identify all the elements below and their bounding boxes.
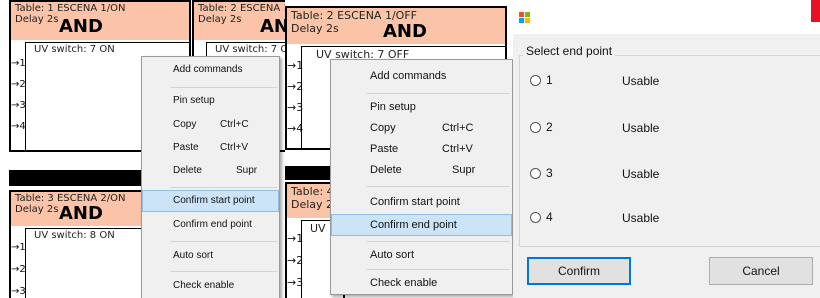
- menu-mid-paste[interactable]: Paste Ctrl+V: [331, 139, 512, 160]
- radio-option-3-label[interactable]: 3: [546, 166, 553, 180]
- menu-left-separator-4: [170, 271, 277, 272]
- radio-option-4[interactable]: [530, 212, 541, 223]
- radio-option-3[interactable]: [530, 168, 541, 179]
- menu-left-separator-3: [170, 241, 277, 242]
- cancel-button[interactable]: Cancel: [709, 257, 813, 285]
- menu-left-copy[interactable]: Copy Ctrl+C: [142, 114, 279, 136]
- menu-mid-delete-label: Delete: [370, 164, 402, 176]
- menu-left-paste-shortcut: Ctrl+V: [220, 142, 249, 153]
- menu-left-separator-2: [170, 187, 277, 188]
- menu-mid-confirm-start-point[interactable]: Confirm start point: [331, 191, 512, 213]
- table-2-partial-header: Table: 2 ESCENA 1 Delay 2s AN: [194, 2, 285, 40]
- menu-left-add-commands-label: Add commands: [173, 64, 243, 75]
- menu-left-pin-setup[interactable]: Pin setup: [142, 90, 279, 112]
- menu-left-copy-label: Copy: [173, 119, 197, 130]
- menu-mid-confirm-end-point-label: Confirm end point: [370, 219, 457, 231]
- table-2-header: Table: 2 ESCENA 1/OFF Delay 2s AND: [287, 8, 505, 44]
- menu-left-confirm-start-point[interactable]: Confirm start point: [142, 190, 279, 212]
- menu-left-delete[interactable]: Delete Supr: [142, 160, 279, 182]
- menu-left-check-enable-label: Check enable: [173, 280, 235, 291]
- menu-mid-paste-label: Paste: [370, 143, 399, 155]
- radio-option-3-status: Usable: [622, 167, 660, 181]
- group-label: Select end point: [523, 44, 616, 58]
- radio-option-4-label[interactable]: 4: [546, 210, 553, 224]
- table-3-pin-1[interactable]: →1: [11, 242, 26, 253]
- menu-left-auto-sort-label: Auto sort: [173, 250, 214, 261]
- radio-option-2[interactable]: [530, 122, 541, 133]
- menu-mid-delete[interactable]: Delete Supr: [331, 160, 512, 181]
- table-2-pin-2[interactable]: →2: [287, 80, 303, 93]
- radio-option-1[interactable]: [530, 75, 541, 86]
- table-4-pin-3[interactable]: →3: [287, 276, 303, 289]
- menu-left-confirm-end-point[interactable]: Confirm end point: [142, 214, 279, 236]
- table-1-title: Table: 1 ESCENA 1/ON: [15, 3, 126, 14]
- left-panel: Table: 1 ESCENA 1/ON Delay 2s AND UV swi…: [0, 0, 285, 298]
- menu-mid-check-enable[interactable]: Check enable: [331, 272, 512, 294]
- table-4-pin-1[interactable]: →1: [287, 232, 303, 245]
- dialog-title-bar: ×: [513, 0, 820, 34]
- menu-left-confirm-end-point-label: Confirm end point: [173, 219, 252, 230]
- menu-left-separator-1: [170, 87, 277, 88]
- menu-mid-copy-shortcut: Ctrl+C: [442, 122, 474, 134]
- menu-mid-add-commands[interactable]: Add commands: [331, 64, 512, 88]
- radio-option-2-status: Usable: [622, 121, 660, 135]
- menu-mid-pin-setup[interactable]: Pin setup: [331, 97, 512, 118]
- radio-option-4-status: Usable: [622, 211, 660, 225]
- menu-mid-add-commands-label: Add commands: [370, 70, 447, 82]
- menu-mid-check-enable-label: Check enable: [370, 277, 438, 289]
- menu-mid-copy[interactable]: Copy Ctrl+C: [331, 118, 512, 139]
- menu-mid-separator-4: [367, 269, 510, 270]
- close-icon[interactable]: ×: [811, 0, 820, 22]
- context-menu-middle: Add commands Pin setup Copy Ctrl+C Paste C…: [330, 59, 513, 295]
- menu-left-check-enable[interactable]: Check enable: [142, 275, 279, 297]
- radio-option-2-label[interactable]: 2: [546, 120, 553, 134]
- menu-left-paste[interactable]: Paste Ctrl+V: [142, 137, 279, 159]
- menu-left-confirm-start-point-label: Confirm start point: [173, 195, 255, 206]
- menu-left-paste-label: Paste: [173, 142, 199, 153]
- table-1-pin-3[interactable]: →3: [11, 100, 26, 111]
- radio-option-1-status: Usable: [622, 74, 660, 88]
- table-2-pin-1[interactable]: →1: [287, 59, 303, 72]
- table-2-pin-4[interactable]: →4: [287, 122, 303, 135]
- table-2-pin-3[interactable]: →3: [287, 101, 303, 114]
- menu-mid-separator-1: [367, 93, 510, 94]
- context-menu-left: Add commands Pin setup Copy Ctrl+C Paste C…: [141, 56, 280, 298]
- menu-left-pin-setup-label: Pin setup: [173, 95, 215, 106]
- table-1-logic: AND: [59, 16, 103, 37]
- menu-mid-separator-3: [367, 241, 510, 242]
- menu-mid-separator-2: [367, 186, 510, 187]
- menu-mid-confirm-end-point[interactable]: Confirm end point: [331, 214, 512, 236]
- menu-left-auto-sort[interactable]: Auto sort: [142, 245, 279, 267]
- table-2-logic: AND: [383, 21, 427, 42]
- menu-mid-auto-sort[interactable]: Auto sort: [331, 244, 512, 266]
- radio-option-1-label[interactable]: 1: [546, 73, 553, 87]
- menu-left-delete-label: Delete: [173, 165, 202, 176]
- menu-mid-confirm-start-point-label: Confirm start point: [370, 196, 460, 208]
- menu-left-add-commands[interactable]: Add commands: [142, 59, 279, 81]
- menu-mid-auto-sort-label: Auto sort: [370, 249, 415, 261]
- table-3-pin-2[interactable]: →2: [11, 264, 26, 275]
- confirm-button[interactable]: Confirm: [527, 257, 631, 285]
- menu-mid-copy-label: Copy: [370, 122, 396, 134]
- table-1-pin-2[interactable]: →2: [11, 79, 26, 90]
- table-2-partial-title: Table: 2 ESCENA 1: [198, 3, 285, 14]
- menu-left-delete-shortcut: Supr: [236, 165, 258, 176]
- menu-mid-pin-setup-label: Pin setup: [370, 101, 416, 113]
- select-end-point-dialog: × Select end point 1 Usable 2 Usable 3 U…: [513, 0, 820, 298]
- menu-mid-paste-shortcut: Ctrl+V: [442, 143, 473, 155]
- table-1-header: Table: 1 ESCENA 1/ON Delay 2s AND: [11, 2, 189, 40]
- table-4-pin-2[interactable]: →2: [287, 254, 303, 267]
- table-2-partial-logic: AN: [260, 16, 285, 37]
- table-3-pin-3[interactable]: →3: [11, 286, 26, 297]
- menu-mid-delete-shortcut: Supr: [452, 164, 476, 176]
- end-point-group: [519, 55, 820, 247]
- app-icon: [519, 10, 530, 23]
- menu-left-copy-shortcut: Ctrl+C: [220, 119, 249, 130]
- table-1-pin-1[interactable]: →1: [11, 58, 26, 69]
- table-1-pin-4[interactable]: →4: [11, 121, 26, 132]
- middle-panel: Table: 2 ESCENA 1/OFF Delay 2s AND UV sw…: [285, 0, 513, 298]
- table-3-logic: AND: [59, 203, 103, 224]
